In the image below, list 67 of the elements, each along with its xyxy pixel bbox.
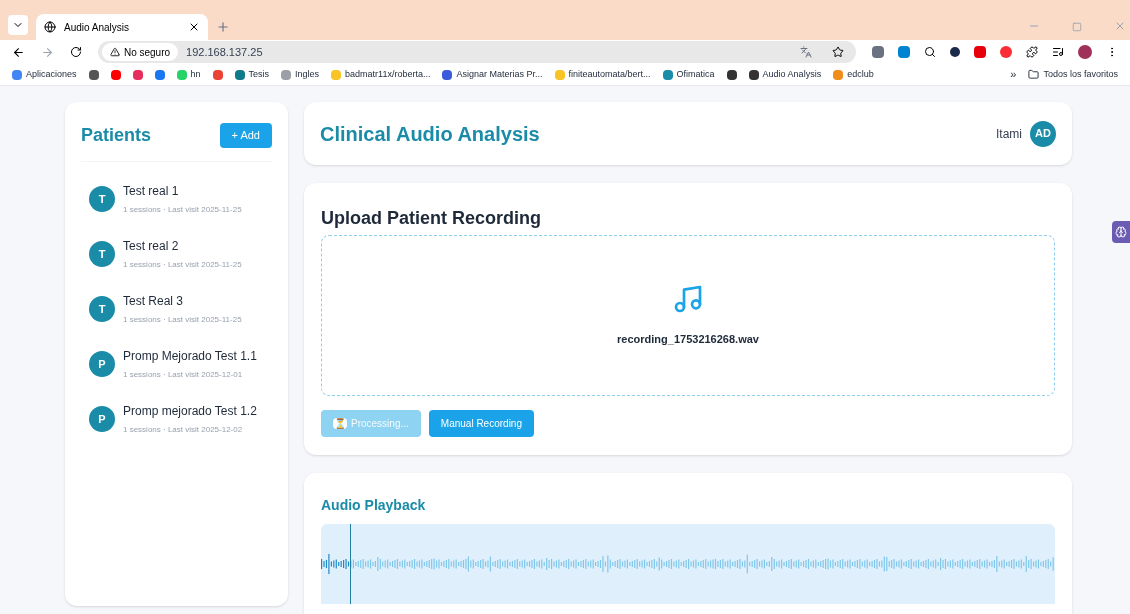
user-avatar[interactable]: AD [1030, 120, 1056, 147]
patient-name: Test Real 3 [123, 293, 185, 310]
translate-icon[interactable] [800, 46, 812, 58]
drop-zone[interactable]: recording_1753216268.wav [321, 235, 1055, 396]
bookmark[interactable]: Asignar Materias Pr... [456, 67, 543, 82]
bookmark[interactable]: badmatr11x/roberta... [345, 67, 431, 82]
tab-list-button[interactable] [8, 15, 28, 35]
zoom-icon[interactable] [924, 46, 936, 58]
security-label: No seguro [123, 45, 171, 60]
app-title: Clinical Audio Analysis [320, 121, 541, 147]
forward-icon[interactable] [40, 45, 54, 59]
patient-avatar: T [89, 186, 115, 212]
folder-icon[interactable] [1028, 69, 1040, 80]
panel-title: Patients [81, 124, 152, 147]
patient-item[interactable]: T Test real 1 1 sessions · Last visit 2025-11-25 [89, 182, 272, 216]
bookmark[interactable]: Aplicaciones [26, 67, 77, 82]
patient-name: Promp Mejorado Test 1.1 [123, 348, 257, 365]
section-title: Audio Playback [321, 496, 427, 515]
more-bookmarks[interactable]: » [1010, 66, 1017, 83]
brain-icon[interactable] [1112, 221, 1130, 243]
patient-meta: 1 sessions · Last visit 2025-12-02 [123, 424, 244, 436]
bookmark[interactable]: finiteautomata/bert... [568, 67, 651, 82]
security-chip[interactable]: No seguro [101, 43, 179, 61]
file-name: recording_1753216268.wav [617, 332, 759, 348]
patient-name: Test real 1 [123, 183, 180, 200]
warning-icon [109, 47, 120, 57]
patient-item[interactable]: P Promp Mejorado Test 1.1 1 sessions · Last visit 2025-12-01 [89, 347, 272, 381]
patient-avatar: P [89, 406, 115, 432]
patient-name: Promp mejorado Test 1.2 [123, 403, 257, 420]
bookmark[interactable]: Tesis [248, 67, 270, 82]
back-icon[interactable] [12, 45, 25, 59]
address-bar[interactable]: No seguro 192.168.137.25 [97, 41, 856, 63]
patient-item[interactable]: T Test real 2 1 sessions · Last visit 2025-11-25 [89, 237, 272, 271]
patient-meta: 1 sessions · Last visit 2025-11-25 [123, 259, 242, 271]
user-name: Itami [996, 125, 1022, 143]
close-icon[interactable] [188, 21, 200, 33]
patient-item[interactable]: T Test Real 3 1 sessions · Last visit 2025-11-25 [89, 292, 272, 326]
patient-name: Test real 2 [123, 238, 180, 255]
bookmark-icon[interactable] [726, 69, 737, 80]
patient-meta: 1 sessions · Last visit 2025-12-01 [123, 369, 244, 381]
hourglass-icon: ⏳ [333, 418, 347, 429]
patient-avatar: T [89, 241, 115, 267]
patient-meta: 1 sessions · Last visit 2025-11-25 [123, 314, 242, 326]
media-icon[interactable] [1052, 46, 1064, 58]
globe-icon [44, 21, 56, 33]
bookmark[interactable]: Ingles [295, 67, 320, 82]
reload-icon[interactable] [69, 46, 82, 58]
bookmark-icon[interactable] [748, 69, 759, 80]
bookmark[interactable]: Audio Analysis [762, 67, 822, 82]
patient-avatar: P [89, 351, 115, 377]
patient-meta: 1 sessions · Last visit 2025-11-25 [123, 204, 242, 216]
extensions-icon[interactable] [1026, 46, 1038, 58]
bookmark[interactable]: edclub [847, 67, 874, 82]
bookmark[interactable]: Ofimatica [676, 67, 715, 82]
section-title: Upload Patient Recording [321, 207, 543, 230]
tab-title: Audio Analysis [64, 20, 131, 35]
all-bookmarks[interactable]: Todos los favoritos [1043, 67, 1118, 82]
bookmark-icon[interactable] [442, 69, 453, 80]
url-text: 192.168.137.25 [186, 44, 264, 60]
profile-avatar[interactable] [1078, 45, 1092, 59]
browser-tab[interactable]: Audio Analysis [36, 14, 208, 40]
extension-icon[interactable] [950, 47, 960, 57]
patient-avatar: T [89, 296, 115, 322]
star-icon[interactable] [832, 46, 844, 58]
bookmark-icon[interactable] [88, 69, 99, 80]
bookmark[interactable]: hn [190, 67, 201, 82]
patient-item[interactable]: P Promp mejorado Test 1.2 1 sessions · Last visit 2025-12-02 [89, 402, 272, 436]
